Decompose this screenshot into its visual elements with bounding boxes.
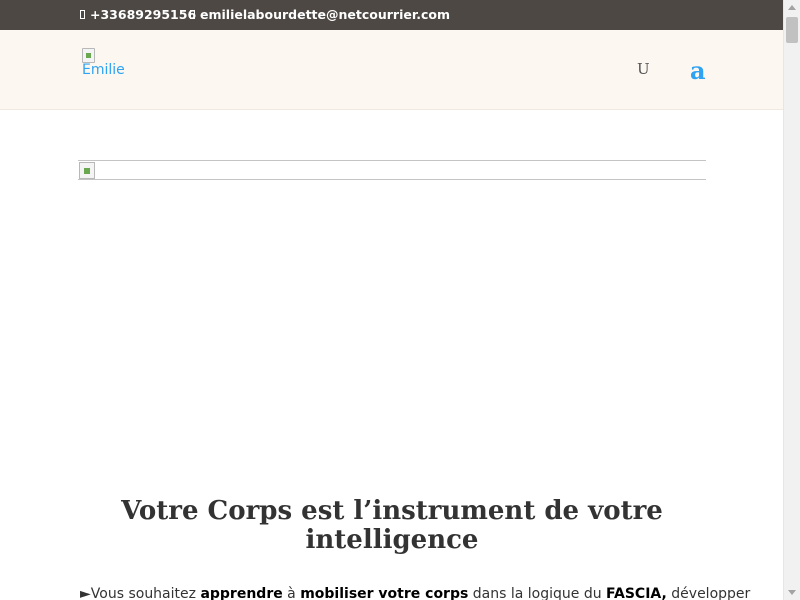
vertical-scrollbar[interactable] <box>783 0 800 600</box>
top-bar: +33689295156 emilielabourdette@netcourri… <box>0 0 783 30</box>
envelope-icon <box>190 10 195 19</box>
scroll-down-arrow-icon[interactable] <box>788 590 796 595</box>
intro-text-3: dans la logique du <box>468 586 607 600</box>
hero-image <box>78 160 706 180</box>
site-header: Emilie U a <box>0 30 783 110</box>
intro-text-2: à <box>282 586 301 600</box>
bullet-arrow-icon: ► <box>80 586 91 600</box>
broken-image-icon <box>82 48 95 63</box>
email-link[interactable]: emilielabourdette@netcourrier.com <box>190 7 450 22</box>
page: +33689295156 emilielabourdette@netcourri… <box>0 0 783 600</box>
logo-alt-text[interactable]: Emilie <box>82 62 142 78</box>
phone-icon <box>80 10 85 19</box>
intro-text-4: développer <box>666 586 751 600</box>
scrollbar-thumb[interactable] <box>786 17 798 43</box>
nav-item-u[interactable]: U <box>637 60 650 78</box>
phone-link[interactable]: +33689295156 <box>80 7 196 22</box>
intro-paragraph: ►Vous souhaitez apprendre à mobiliser vo… <box>80 584 750 600</box>
scroll-up-arrow-icon[interactable] <box>788 5 796 10</box>
intro-bold-2: mobiliser votre corps <box>300 586 469 600</box>
page-headline: Votre Corps est l’instrument de votre in… <box>121 496 663 555</box>
intro-bold-1: apprendre <box>200 586 283 600</box>
nav-item-a[interactable]: a <box>690 57 706 85</box>
email-address[interactable]: emilielabourdette@netcourrier.com <box>200 7 450 22</box>
phone-number[interactable]: +33689295156 <box>90 7 196 22</box>
intro-text-1: Vous souhaitez <box>90 586 201 600</box>
intro-bold-3: FASCIA, <box>606 586 667 600</box>
site-logo[interactable]: Emilie <box>82 48 142 84</box>
broken-image-icon <box>79 162 95 179</box>
